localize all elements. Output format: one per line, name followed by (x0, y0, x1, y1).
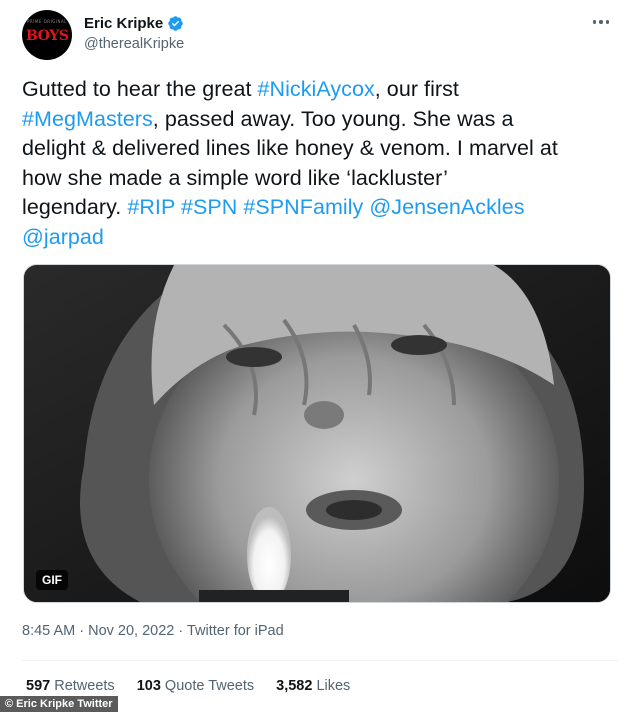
tweet-text-segment: Gutted to hear the great (22, 77, 258, 101)
likes-count: 3,582 (276, 678, 313, 694)
tweet-text-line: @jarpad (22, 223, 618, 253)
more-horizontal-icon[interactable] (590, 13, 612, 31)
tweet-text-segment: , our first (374, 77, 459, 101)
gif-badge: GIF (36, 570, 68, 590)
divider (22, 660, 618, 661)
retweets-stat[interactable]: 597 Retweets (26, 678, 115, 694)
gif-frame-image (24, 265, 610, 602)
tweet-text-line: Gutted to hear the great #NickiAycox, ou… (22, 75, 618, 105)
tweet-meta: 8:45 AM · Nov 20, 2022 · Twitter for iPa… (22, 623, 284, 639)
tweet-text: Gutted to hear the great #NickiAycox, ou… (22, 75, 618, 252)
avatar-logo-text: BOYS (26, 28, 69, 44)
tweet-text-segment: how she made a simple word like ‘lacklus… (22, 165, 449, 190)
photo-credit: © Eric Kripke Twitter (0, 696, 118, 712)
tweet-text-segment: legendary. (22, 195, 128, 219)
quote-tweets-stat[interactable]: 103 Quote Tweets (137, 678, 254, 694)
likes-label: Likes (316, 678, 351, 694)
meta-separator-1: · (75, 623, 89, 639)
mention-link[interactable]: @jarpad (22, 225, 104, 249)
verified-badge-icon (168, 15, 183, 31)
hashtag-link[interactable]: #MegMasters (22, 107, 153, 131)
tweet-stats: 597 Retweets 103 Quote Tweets 3,582 Like… (26, 678, 350, 694)
tweet-source-link[interactable]: Twitter for iPad (187, 623, 284, 639)
author-name-row: Eric Kripke (84, 13, 184, 33)
avatar[interactable]: PRIME ORIGINAL BOYS (22, 10, 72, 60)
tweet-card: PRIME ORIGINAL BOYS Eric Kripke @thereal… (0, 0, 634, 712)
tweet-text-line: delight & delivered lines like honey & v… (22, 134, 618, 164)
hashtag-link[interactable]: #RIP (127, 195, 175, 219)
tweet-text-segment: , passed away. Too young. She was a (152, 106, 514, 131)
tweet-text-line: legendary. #RIP #SPN #SPNFamily @JensenA… (22, 193, 618, 223)
meta-separator-2: · (174, 623, 187, 639)
quotes-label: Quote Tweets (164, 678, 255, 694)
hashtag-link[interactable]: #SPN (181, 195, 237, 219)
author-name[interactable]: Eric Kripke (84, 15, 163, 32)
author-handle[interactable]: @therealKripke (84, 36, 184, 52)
tweet-media-gif[interactable]: GIF (23, 264, 611, 603)
avatar-caption: PRIME ORIGINAL (27, 19, 67, 24)
hashtag-link[interactable]: #SPNFamily (243, 195, 363, 219)
likes-stat[interactable]: 3,582 Likes (276, 678, 350, 694)
retweets-count: 597 (26, 678, 51, 694)
tweet-text-segment: delight & delivered lines like honey & v… (22, 136, 558, 160)
retweets-label: Retweets (54, 678, 115, 694)
hashtag-link[interactable]: #NickiAycox (258, 77, 375, 101)
quotes-count: 103 (136, 678, 161, 694)
tweet-text-line: #MegMasters, passed away. Too young. She… (22, 105, 618, 135)
tweet-date-link[interactable]: Nov 20, 2022 (88, 623, 174, 639)
mention-link[interactable]: @JensenAckles (369, 195, 524, 219)
tweet-time-link[interactable]: 8:45 AM (22, 623, 75, 639)
tweet-text-line: how she made a simple word like ‘lacklus… (22, 164, 618, 194)
